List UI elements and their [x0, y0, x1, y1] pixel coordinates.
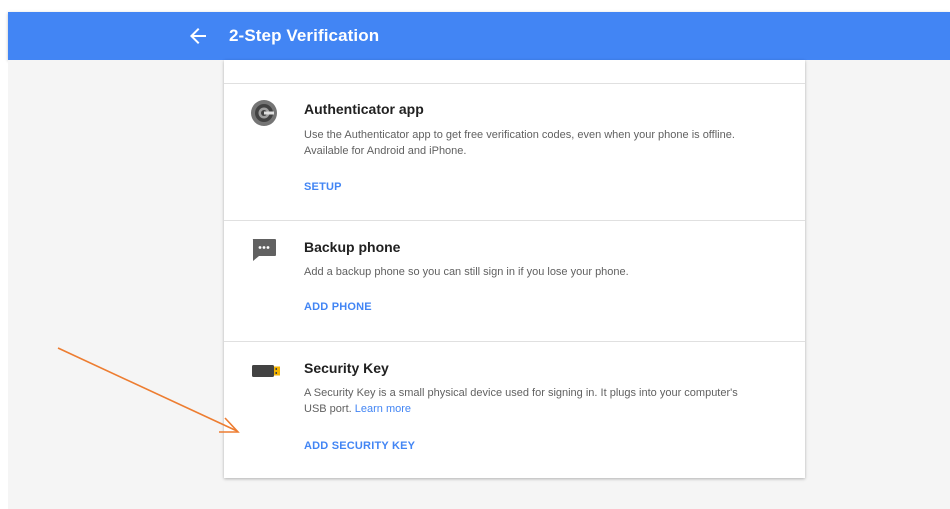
- section-title: Authenticator app: [304, 101, 424, 117]
- description-line: Available for Android and iPhone.: [304, 145, 467, 157]
- section-description: Use the Authenticator app to get free ve…: [304, 127, 784, 159]
- security-key-section: Security Key A Security Key is a small p…: [224, 342, 805, 478]
- add-security-key-button[interactable]: ADD SECURITY KEY: [304, 440, 415, 452]
- section-description: Add a backup phone so you can still sign…: [304, 264, 784, 280]
- app-header: 2-Step Verification: [8, 12, 950, 60]
- description-line: A Security Key is a small physical devic…: [304, 387, 738, 399]
- section-title: Security Key: [304, 360, 389, 376]
- add-phone-button[interactable]: ADD PHONE: [304, 301, 372, 313]
- authenticator-app-section: Authenticator app Use the Authenticator …: [224, 84, 805, 220]
- sms-message-icon: [252, 239, 276, 261]
- section-title: Backup phone: [304, 239, 401, 255]
- second-steps-card: Authenticator app Use the Authenticator …: [224, 60, 805, 478]
- description-line: USB port. Learn more: [304, 401, 784, 417]
- section-description: A Security Key is a small physical devic…: [304, 385, 784, 417]
- usb-security-key-icon: [252, 365, 280, 377]
- learn-more-link[interactable]: Learn more: [355, 403, 411, 415]
- description-line: Add a backup phone so you can still sign…: [304, 266, 629, 278]
- authenticator-app-icon: [251, 100, 277, 126]
- backup-phone-section: Backup phone Add a backup phone so you c…: [224, 221, 805, 341]
- arrow-back-icon[interactable]: [186, 24, 210, 48]
- description-line: Use the Authenticator app to get free ve…: [304, 129, 735, 141]
- page-title: 2-Step Verification: [229, 26, 380, 45]
- setup-button[interactable]: SETUP: [304, 181, 342, 193]
- description-text: USB port.: [304, 403, 352, 415]
